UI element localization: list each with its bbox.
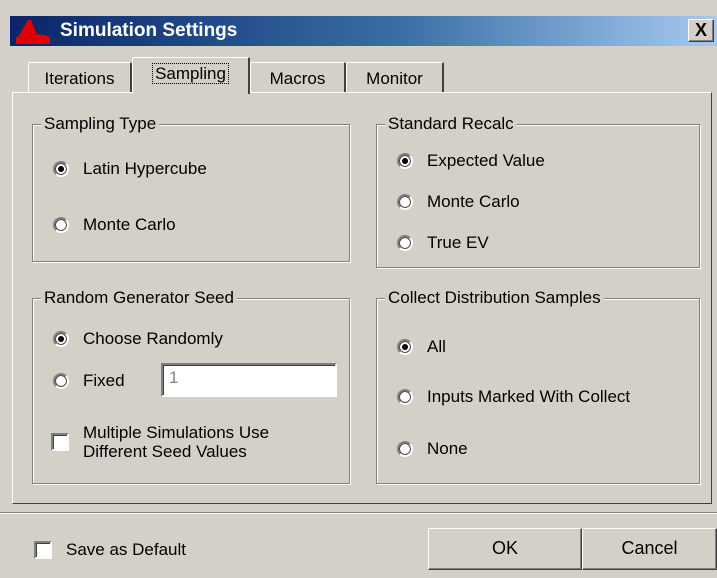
radio-none[interactable]: None xyxy=(397,439,468,459)
app-logo-icon xyxy=(16,20,50,44)
radio-label: Monte Carlo xyxy=(83,215,176,234)
tab-macros[interactable]: Macros xyxy=(250,62,346,92)
checkbox[interactable] xyxy=(34,541,52,559)
cancel-button[interactable]: Cancel xyxy=(582,528,717,570)
radio-true-ev[interactable]: True EV xyxy=(397,233,489,253)
radio-fixed[interactable]: Fixed xyxy=(53,371,125,391)
radio-button[interactable] xyxy=(397,153,413,169)
radio-label: None xyxy=(427,439,468,458)
radio-button[interactable] xyxy=(397,339,413,355)
radio-label: Fixed xyxy=(83,371,125,390)
checkbox[interactable] xyxy=(51,433,69,451)
tab-sampling-label: Sampling xyxy=(152,63,229,84)
fixed-seed-input[interactable]: 1 xyxy=(161,363,337,397)
radio-button[interactable] xyxy=(397,441,413,457)
checkbox-label-line2: Different Seed Values xyxy=(83,442,247,461)
collect-samples-group: Collect Distribution Samples All Inputs … xyxy=(376,287,700,484)
standard-recalc-title: Standard Recalc xyxy=(385,113,517,135)
tab-monitor-label: Monitor xyxy=(366,69,423,88)
radio-label: Latin Hypercube xyxy=(83,159,207,178)
tab-iterations-label: Iterations xyxy=(44,69,115,88)
title-bar[interactable]: Simulation Settings X xyxy=(10,16,717,46)
radio-expected-value[interactable]: Expected Value xyxy=(397,151,545,171)
checkbox-save-as-default[interactable]: Save as Default xyxy=(34,540,186,560)
radio-label: All xyxy=(427,337,446,356)
radio-all[interactable]: All xyxy=(397,337,446,357)
radio-button[interactable] xyxy=(397,389,413,405)
radio-button[interactable] xyxy=(53,161,69,177)
radio-label: Expected Value xyxy=(427,151,545,170)
radio-inputs-marked[interactable]: Inputs Marked With Collect xyxy=(397,387,630,407)
footer-separator xyxy=(0,512,717,514)
sampling-type-title: Sampling Type xyxy=(41,113,160,135)
radio-label: True EV xyxy=(427,233,489,252)
tab-iterations[interactable]: Iterations xyxy=(28,62,132,92)
radio-button[interactable] xyxy=(53,331,69,347)
window-title: Simulation Settings xyxy=(60,20,238,41)
radio-label: Inputs Marked With Collect xyxy=(427,387,631,406)
close-button[interactable]: X xyxy=(688,19,714,42)
standard-recalc-group: Standard Recalc Expected Value Monte Car… xyxy=(376,113,700,268)
radio-label: Monte Carlo xyxy=(427,192,520,211)
radio-button[interactable] xyxy=(53,373,69,389)
checkbox-label-line1: Multiple Simulations Use xyxy=(83,423,270,442)
radio-monte-carlo-sampling[interactable]: Monte Carlo xyxy=(53,215,176,235)
radio-monte-carlo-recalc[interactable]: Monte Carlo xyxy=(397,192,520,212)
tab-monitor[interactable]: Monitor xyxy=(346,62,444,92)
random-seed-title: Random Generator Seed xyxy=(41,287,237,309)
checkbox-multiple-simulations[interactable]: Multiple Simulations Use Different Seed … xyxy=(51,423,269,461)
collect-samples-title: Collect Distribution Samples xyxy=(385,287,604,309)
tab-sampling[interactable]: Sampling xyxy=(132,57,250,94)
sampling-type-group: Sampling Type Latin Hypercube Monte Carl… xyxy=(32,113,350,262)
radio-label: Choose Randomly xyxy=(83,329,223,348)
tab-macros-label: Macros xyxy=(269,69,326,88)
radio-button[interactable] xyxy=(397,235,413,251)
checkbox-label: Save as Default xyxy=(66,540,187,559)
random-seed-group: Random Generator Seed Choose Randomly Fi… xyxy=(32,287,350,484)
radio-latin-hypercube[interactable]: Latin Hypercube xyxy=(53,159,207,179)
simulation-settings-dialog: Simulation Settings X Iterations Samplin… xyxy=(0,0,717,578)
close-icon: X xyxy=(694,20,707,40)
radio-choose-randomly[interactable]: Choose Randomly xyxy=(53,329,223,349)
radio-button[interactable] xyxy=(397,194,413,210)
radio-button[interactable] xyxy=(53,217,69,233)
checkbox-label: Multiple Simulations Use Different Seed … xyxy=(83,423,269,461)
ok-button[interactable]: OK xyxy=(428,528,582,570)
